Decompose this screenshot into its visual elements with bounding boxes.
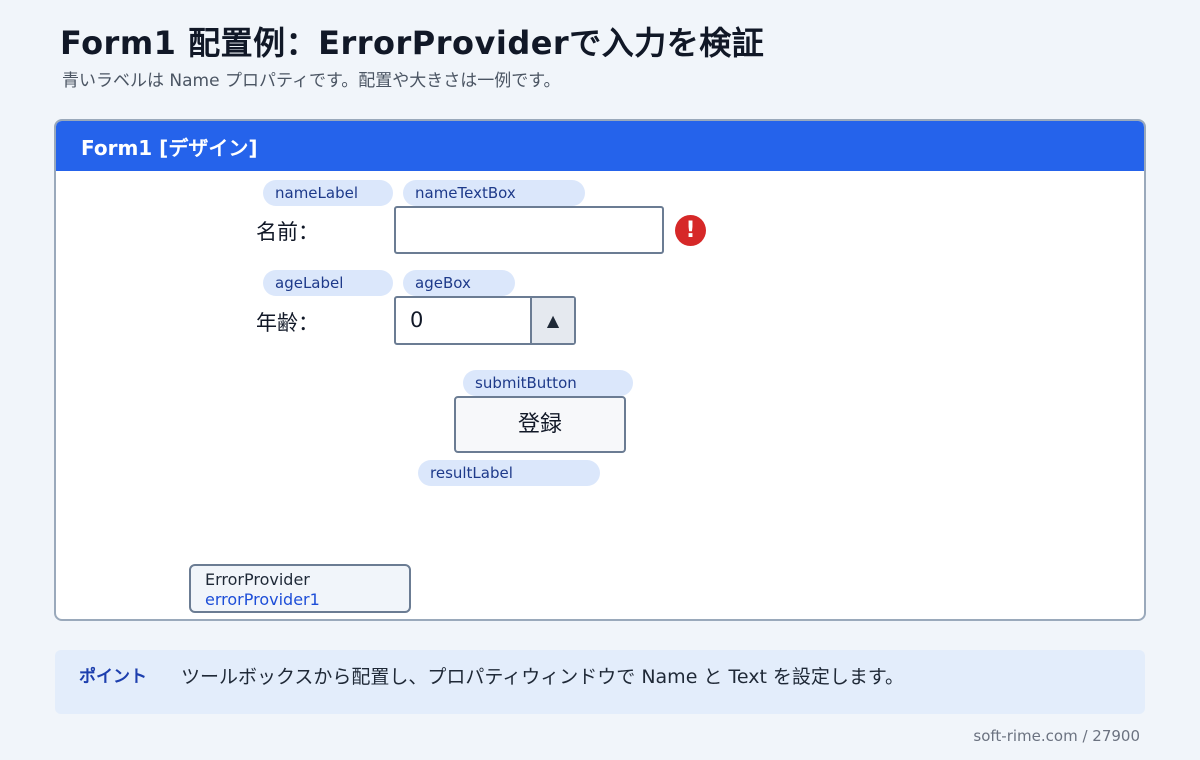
age-value[interactable]: 0 [396,298,530,343]
point-note: ポイント ツールボックスから配置し、プロパティウィンドウで Name と Tex… [55,650,1145,714]
component-name: errorProvider1 [205,590,320,609]
result-label-tag: resultLabel [418,460,600,486]
age-label-tag: ageLabel [263,270,393,296]
page-title: Form1 配置例：ErrorProviderで入力を検証 [60,24,765,62]
age-numeric-updown[interactable]: 0 ▲ [394,296,576,345]
window-title: Form1 [デザイン] [81,135,258,160]
window-titlebar[interactable]: Form1 [デザイン] [56,121,1144,171]
note-text: ツールボックスから配置し、プロパティウィンドウで Name と Text を設定… [181,666,905,688]
name-textbox-tag: nameTextBox [403,180,585,206]
submit-button-tag: submitButton [463,370,633,396]
form-designer-window: Form1 [デザイン] nameLabel nameTextBox 名前： !… [54,119,1146,621]
name-textbox[interactable] [394,206,664,254]
triangle-up-icon[interactable]: ▲ [530,298,574,343]
note-label: ポイント [79,667,147,687]
footer-credit: soft-rime.com / 27900 [973,727,1140,745]
page-subtitle: 青いラベルは Name プロパティです。配置や大きさは一例です。 [62,71,561,91]
component-type: ErrorProvider [205,570,310,589]
error-provider-component[interactable]: ErrorProvider errorProvider1 [189,564,411,613]
name-label[interactable]: 名前： [256,216,319,246]
error-icon[interactable]: ! [675,215,706,246]
name-label-tag: nameLabel [263,180,393,206]
age-box-tag: ageBox [403,270,515,296]
submit-button[interactable]: 登録 [454,396,626,453]
design-canvas: nameLabel nameTextBox 名前： ! ageLabel age… [56,171,1144,617]
age-label[interactable]: 年齢： [256,307,319,337]
